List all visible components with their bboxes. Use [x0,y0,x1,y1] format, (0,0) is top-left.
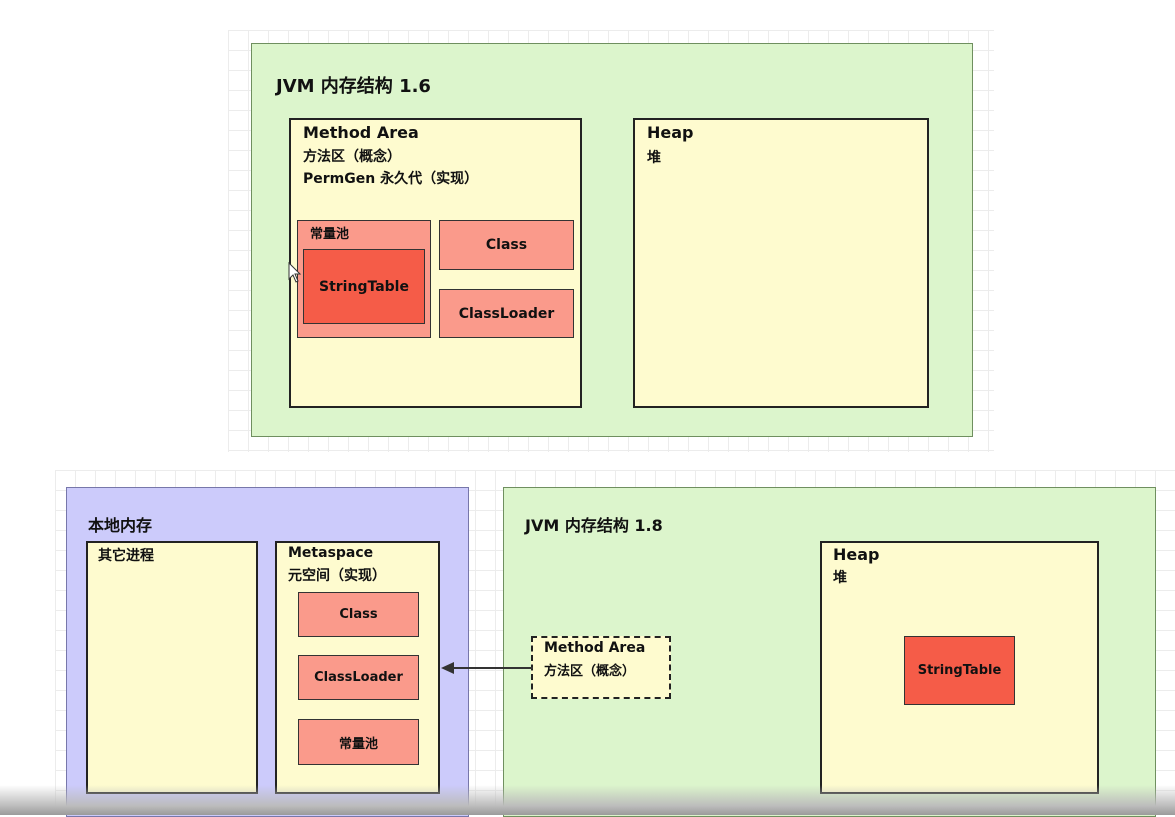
jvm16-heap: Heap 堆 [633,118,929,408]
mouse-cursor-icon [288,262,302,283]
jvm16-class: Class [439,220,574,270]
method-area-impl: PermGen 永久代（实现） [303,171,479,187]
jvm18-heap-subtitle: 堆 [833,570,847,586]
bottom-shadow [0,785,1175,815]
jvm16-string-table: StringTable [303,249,425,324]
const-pool-label: 常量池 [310,227,350,242]
jvm18-string-table: StringTable [904,636,1015,705]
heap-subtitle: 堆 [647,150,661,166]
other-process-area: 其它进程 [86,541,258,794]
metaspace-subtitle: 元空间（实现） [288,568,386,584]
metaspace-const-pool: 常量池 [298,719,419,765]
method-area-concept: 方法区（概念） [303,149,401,165]
jvm18-method-area-title: Method Area [544,640,646,656]
jvm16-title: JVM 内存结构 1.6 [276,76,431,97]
jvm18-method-area: Method Area 方法区（概念） [531,636,671,699]
metaspace-title: Metaspace [288,545,374,561]
jvm18-heap-title: Heap [833,545,880,564]
metaspace-class: Class [298,592,419,637]
jvm18-method-area-concept: 方法区（概念） [544,664,636,679]
other-process-label: 其它进程 [98,548,154,564]
heap-title: Heap [647,123,694,142]
jvm18-title: JVM 内存结构 1.8 [525,516,663,535]
method-area-title: Method Area [303,123,419,142]
metaspace-classloader: ClassLoader [298,655,419,700]
jvm16-classloader: ClassLoader [439,289,574,338]
native-memory-title: 本地内存 [88,516,153,535]
method-area-arrow [441,662,533,674]
